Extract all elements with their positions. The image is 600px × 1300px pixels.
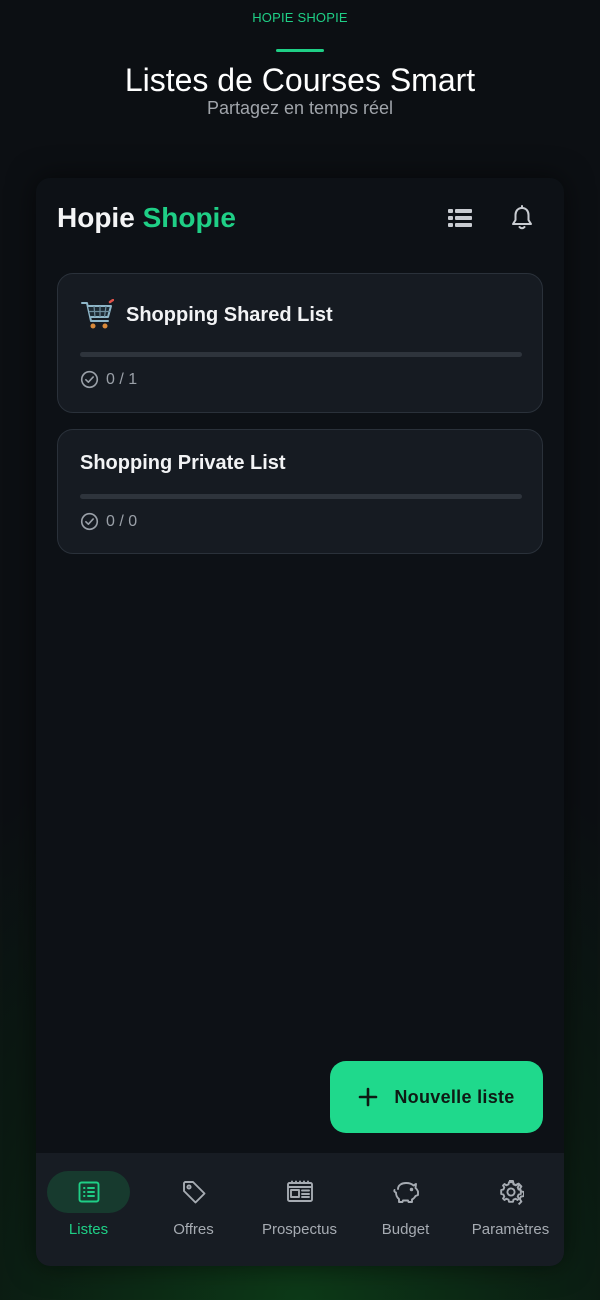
notifications-button[interactable] bbox=[506, 202, 538, 234]
new-list-label: Nouvelle liste bbox=[394, 1086, 515, 1107]
brand-logo: Hopie Shopie bbox=[57, 202, 236, 234]
nav-pill bbox=[152, 1171, 235, 1213]
tag-icon bbox=[182, 1181, 205, 1204]
list-progress-bar bbox=[80, 352, 522, 357]
nav-label: Paramètres bbox=[471, 1221, 550, 1238]
app-window: Hopie Shopie Shopping Shared List 0 / 1 … bbox=[36, 178, 564, 1266]
nav-item-prospectus[interactable]: Prospectus bbox=[247, 1153, 352, 1266]
bottom-nav: Listes Offres Prospectus Budget Paramètr… bbox=[36, 1153, 564, 1266]
new-list-button[interactable]: Nouvelle liste bbox=[330, 1061, 543, 1133]
list-progress-bar bbox=[80, 494, 522, 499]
page-title: Listes de Courses Smart bbox=[124, 62, 476, 98]
list-view-button[interactable] bbox=[444, 202, 476, 234]
list-card-title-row: Shopping Shared List bbox=[80, 298, 333, 332]
nav-label: Budget bbox=[381, 1221, 430, 1238]
nav-item-parametres[interactable]: Paramètres bbox=[458, 1153, 563, 1266]
nav-pill bbox=[364, 1171, 447, 1213]
page-eyebrow: HOPIE SHOPIE bbox=[252, 10, 348, 25]
page-header: HOPIE SHOPIE Listes de Courses Smart Par… bbox=[0, 0, 600, 160]
list-icon bbox=[78, 1181, 99, 1203]
check-circle-icon bbox=[80, 370, 99, 389]
nav-pill bbox=[47, 1171, 130, 1213]
list-count-text: 0 / 0 bbox=[106, 512, 138, 530]
nav-label: Prospectus bbox=[261, 1221, 338, 1238]
shopping-cart-icon bbox=[80, 298, 114, 332]
app-header: Hopie Shopie bbox=[36, 178, 564, 258]
nav-label: Listes bbox=[68, 1221, 109, 1238]
list-card-private[interactable]: Shopping Private List 0 / 0 bbox=[57, 429, 543, 554]
brand-name: Hopie bbox=[57, 202, 135, 233]
nav-pill bbox=[258, 1171, 341, 1213]
page-subtitle: Partagez en temps réel bbox=[206, 98, 394, 118]
list-item-count: 0 / 1 bbox=[80, 370, 137, 389]
nav-item-listes[interactable]: Listes bbox=[36, 1153, 141, 1266]
nav-item-budget[interactable]: Budget bbox=[353, 1153, 458, 1266]
nav-item-offres[interactable]: Offres bbox=[141, 1153, 246, 1266]
list-card-shared[interactable]: Shopping Shared List 0 / 1 bbox=[57, 273, 543, 413]
newspaper-icon bbox=[286, 1180, 313, 1202]
list-card-title-row: Shopping Private List bbox=[80, 452, 286, 475]
list-count-text: 0 / 1 bbox=[106, 370, 138, 388]
accent-bar bbox=[276, 49, 324, 52]
nav-pill bbox=[469, 1171, 552, 1213]
list-item-count: 0 / 0 bbox=[80, 512, 137, 531]
piggy-bank-icon bbox=[392, 1182, 419, 1203]
check-circle-icon bbox=[80, 512, 99, 531]
brand-name-accent: Shopie bbox=[142, 202, 236, 233]
list-view-icon bbox=[448, 209, 472, 227]
list-card-title: Shopping Private List bbox=[80, 452, 286, 474]
nav-label: Offres bbox=[173, 1221, 214, 1238]
plus-icon bbox=[359, 1087, 378, 1107]
list-card-title: Shopping Shared List bbox=[126, 303, 333, 326]
bell-icon bbox=[512, 205, 532, 230]
gear-icon bbox=[499, 1180, 524, 1205]
